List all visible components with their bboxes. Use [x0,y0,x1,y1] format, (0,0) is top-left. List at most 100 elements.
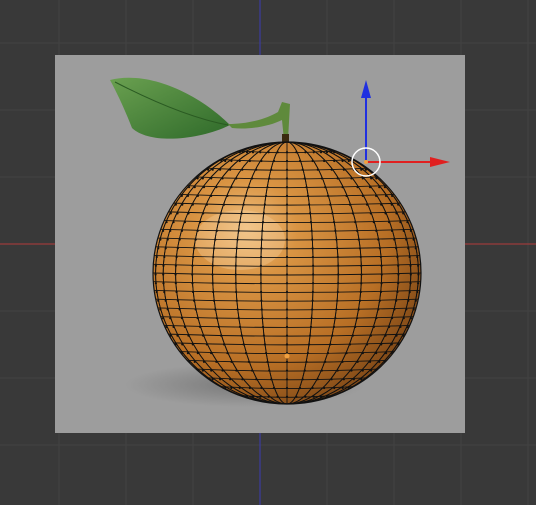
mesh-vertex [285,168,289,171]
mesh-vertex [181,203,184,206]
mesh-vertex [169,317,172,320]
mesh-vertex [324,186,327,189]
scene-canvas[interactable] [0,0,536,505]
mesh-vertex [311,386,314,390]
mesh-vertex [380,343,383,346]
mesh-vertex [357,308,360,311]
mesh-vertex [244,352,248,355]
mesh-vertex [159,238,162,241]
mesh-vertex [336,177,339,180]
mesh-vertex [409,282,412,285]
mesh-vertex [304,151,307,154]
mesh-vertex [238,221,242,224]
mesh-vertex [202,334,205,337]
mesh-vertex [248,159,251,163]
mesh-vertex [202,212,205,215]
mesh-vertex [368,360,372,363]
mesh-vertex [375,317,378,320]
transform-gizmo[interactable] [351,80,450,177]
mesh-vertex [172,325,175,328]
mesh-vertex [397,282,400,285]
mesh-vertex [276,395,279,398]
mesh-vertex [306,194,310,197]
mesh-vertex [320,369,323,372]
mesh-vertex [174,203,177,206]
mesh-vertex [352,378,355,381]
mesh-vertex [295,395,298,398]
mesh-vertex [391,194,394,197]
mesh-vertex [395,299,398,302]
mesh-vertex [191,273,194,276]
mesh-vertex [247,186,250,189]
mesh-vertex [361,352,364,355]
mesh-vertex [409,317,413,320]
mesh-vertex [211,282,214,285]
mesh-vertex [350,177,353,180]
mesh-vertex [384,352,388,355]
mesh-vertex [285,273,289,276]
mesh-vertex [285,308,289,311]
mesh-vertex [238,386,241,390]
3d-viewport[interactable] [0,0,536,505]
mesh-vertex [196,177,199,180]
mesh-vertex [370,369,373,372]
gizmo-z-arrow-icon[interactable] [361,80,371,98]
mesh-vertex [285,247,289,250]
mesh-vertex [165,221,168,224]
mesh-vertex [397,203,400,206]
mesh-vertex [238,151,241,154]
mesh-vertex [260,299,263,302]
mesh-vertex [237,229,240,232]
mesh-vertex [311,308,314,311]
mesh-vertex [324,360,327,363]
mesh-vertex [332,325,336,328]
mesh-vertex [323,159,326,163]
mesh-vertex [199,325,202,328]
mesh-vertex [384,334,387,337]
mesh-vertex [163,255,166,259]
mesh-vertex [169,229,172,232]
mesh-vertex [366,343,369,346]
mesh-vertex [212,290,215,294]
mesh-vertex [356,317,359,320]
mesh-vertex [285,229,289,232]
mesh-vertex [180,194,183,197]
mesh-vertex [379,255,383,259]
mesh-vertex [235,369,238,372]
gizmo-x-arrow-icon[interactable] [430,157,450,167]
mesh-vertex [194,238,197,241]
mesh-vertex [259,151,262,154]
mesh-vertex [399,221,402,224]
mesh-vertex [416,290,419,294]
mesh-vertex [368,186,372,189]
mesh-vertex [397,273,400,276]
mesh-vertex [175,290,178,294]
mesh-vertex [345,194,348,197]
mesh-vertex [330,378,333,381]
mesh-vertex [384,212,387,215]
mesh-vertex [196,194,199,197]
mesh-vertex [369,212,372,215]
mesh-vertex [407,247,410,250]
mesh-vertex [409,264,412,267]
mesh-vertex [350,369,353,372]
mesh-vertex [264,352,268,355]
mesh-vertex [285,282,289,285]
mesh-vertex [260,238,263,241]
mesh-vertex [358,247,362,250]
mesh-vertex [215,360,218,363]
mesh-vertex [270,378,273,381]
mesh-vertex [191,203,194,206]
mesh-vertex [380,282,383,285]
mesh-vertex [245,151,249,154]
mesh-vertex [236,238,239,241]
mesh-vertex [247,360,250,363]
mesh-vertex [370,177,373,180]
mesh-vertex [311,247,314,250]
mesh-vertex [316,168,319,171]
mesh-vertex [210,194,213,197]
mesh-vertex [181,343,184,346]
mesh-vertex [405,308,408,311]
mesh-vertex [361,177,364,180]
mesh-vertex [303,369,306,372]
